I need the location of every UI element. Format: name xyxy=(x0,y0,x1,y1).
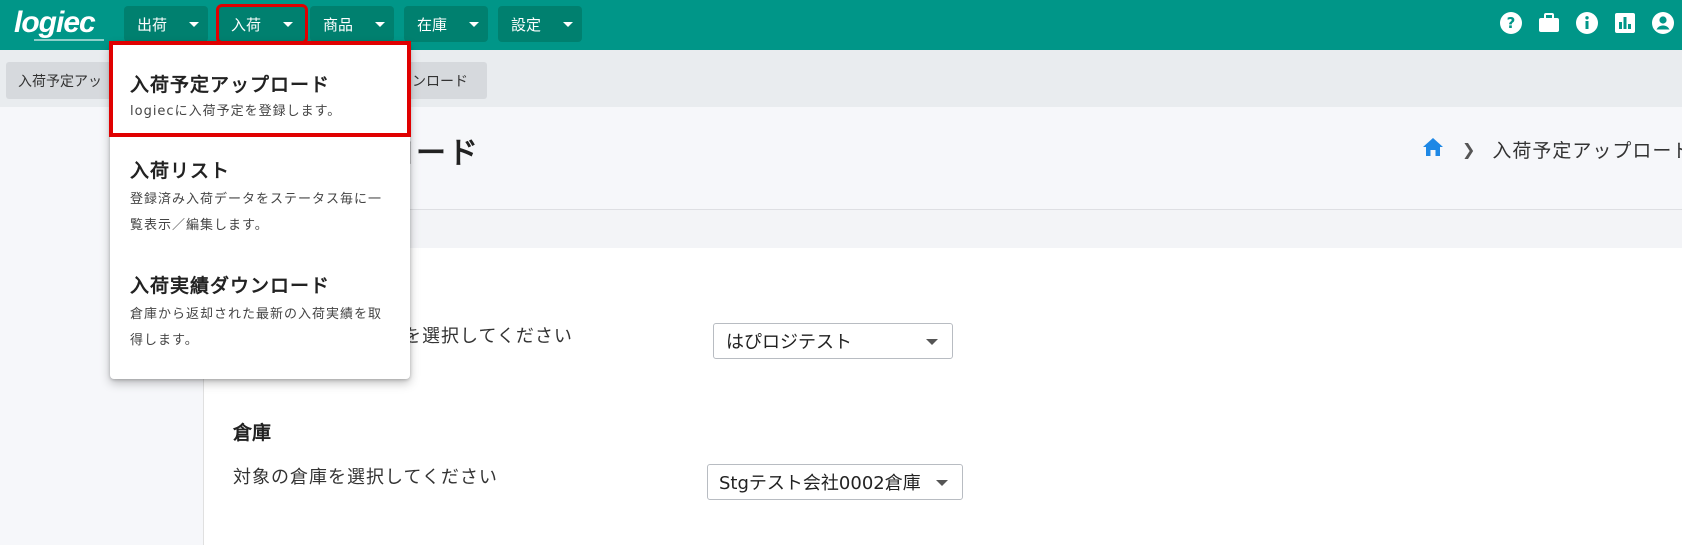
nav-inventory-label: 在庫 xyxy=(417,15,448,34)
warehouse-prompt: 対象の倉庫を選択してください xyxy=(233,467,498,488)
nav-receiving-menu[interactable]: 入荷 xyxy=(216,4,308,44)
nav-settings-label: 設定 xyxy=(511,15,542,34)
menu-item-title: 入荷予定アップロード xyxy=(130,74,331,96)
breadcrumb: ❯ 入荷予定アップロード xyxy=(1422,136,1682,162)
chevron-right-icon: ❯ xyxy=(1462,139,1477,159)
home-icon[interactable] xyxy=(1422,137,1444,162)
warehouse-select-value: Stgテスト会社0002倉庫 xyxy=(719,473,921,494)
menu-item-desc: logiecに入荷予定を登録します。 xyxy=(130,104,342,119)
menu-item-title: 入荷実績ダウンロード xyxy=(130,275,331,297)
company-prompt: を選択してください xyxy=(403,326,573,347)
account-icon[interactable] xyxy=(1650,10,1676,36)
company-select[interactable]: はぴロジテスト xyxy=(713,323,953,359)
menu-item-desc: 倉庫から返却された最新の入荷実績を取得します。 xyxy=(130,307,383,348)
title-divider xyxy=(204,209,1682,249)
menu-item-arrival-results-download[interactable]: 入荷実績ダウンロード 倉庫から返却された最新の入荷実績を取得します。 xyxy=(110,271,410,371)
briefcase-icon[interactable] xyxy=(1536,10,1562,36)
chevron-down-icon xyxy=(189,21,200,27)
form-panel xyxy=(204,248,1682,545)
receiving-dropdown-menu: 入荷予定アップロード logiecに入荷予定を登録します。 入荷リスト 登録済み… xyxy=(109,41,411,379)
nav-shipping-menu[interactable]: 出荷 xyxy=(124,6,208,42)
svg-text:?: ? xyxy=(1507,14,1516,32)
chevron-down-icon xyxy=(375,21,386,27)
subtab-download-label: ンロード xyxy=(412,73,468,90)
nav-receiving-label: 入荷 xyxy=(231,15,262,34)
logo[interactable]: logiec xyxy=(14,8,96,40)
warehouse-section-title: 倉庫 xyxy=(233,422,272,444)
menu-item-title: 入荷リスト xyxy=(130,160,231,182)
company-select-value: はぴロジテスト xyxy=(726,332,852,353)
nav-products-label: 商品 xyxy=(323,15,354,34)
menu-item-arrival-upload[interactable]: 入荷予定アップロード logiecに入荷予定を登録します。 xyxy=(109,41,411,137)
help-icon[interactable]: ? xyxy=(1498,10,1524,36)
menu-item-desc: 登録済み入荷データをステータス毎に一覧表示／編集します。 xyxy=(130,192,383,233)
chart-icon[interactable] xyxy=(1612,10,1638,36)
nav-products-menu[interactable]: 商品 xyxy=(310,6,394,42)
nav-settings-menu[interactable]: 設定 xyxy=(498,6,582,42)
chevron-down-icon xyxy=(283,21,294,27)
subtab-download[interactable]: ンロード xyxy=(400,62,487,99)
dropdown-caret-icon xyxy=(926,339,938,345)
logo-tagline xyxy=(34,39,104,41)
subtab-upload[interactable]: 入荷予定アッ xyxy=(6,62,116,99)
nav-inventory-menu[interactable]: 在庫 xyxy=(404,6,488,42)
menu-item-arrival-list[interactable]: 入荷リスト 登録済み入荷データをステータス毎に一覧表示／編集します。 xyxy=(110,156,410,260)
warehouse-select[interactable]: Stgテスト会社0002倉庫 xyxy=(707,464,963,500)
chevron-down-icon xyxy=(469,21,480,27)
chevron-down-icon xyxy=(563,21,574,27)
dropdown-caret-icon xyxy=(936,480,948,486)
subtab-upload-label: 入荷予定アッ xyxy=(18,73,102,90)
nav-shipping-label: 出荷 xyxy=(137,15,168,34)
breadcrumb-current: 入荷予定アップロード xyxy=(1492,139,1682,162)
info-icon[interactable] xyxy=(1574,10,1600,36)
